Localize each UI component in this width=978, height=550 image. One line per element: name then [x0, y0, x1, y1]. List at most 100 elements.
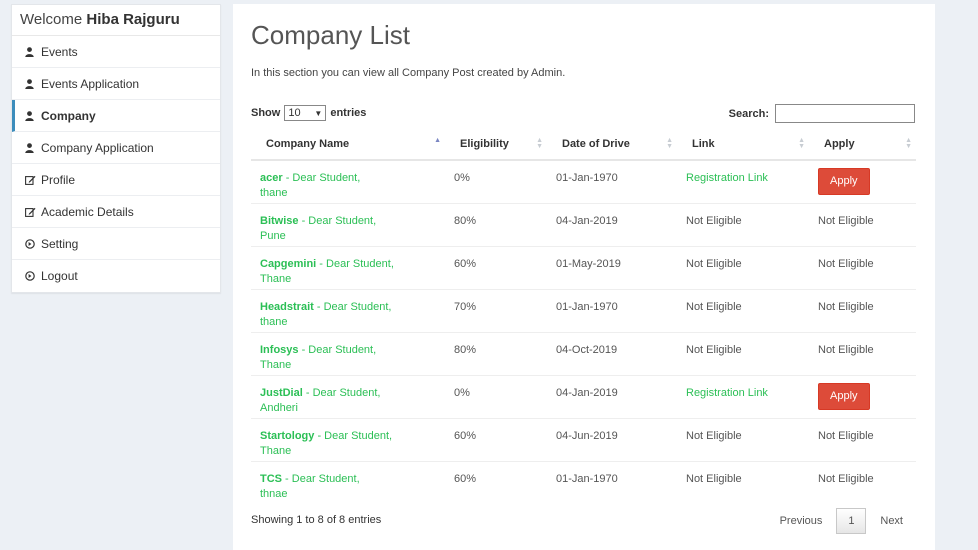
drive-date: 01-Jan-1970: [556, 172, 618, 184]
eligibility-value: 70%: [454, 300, 477, 313]
eligibility-value: 60%: [454, 429, 477, 442]
user-icon: [25, 142, 41, 153]
table-header-row: Company Name ▲ Eligibility ▲ ▼ Date of Dr…: [251, 129, 916, 161]
eligibility-cell: 0%: [445, 374, 547, 418]
sidebar-item-label: Setting: [41, 236, 79, 251]
apply-status: Not Eligible: [818, 429, 874, 442]
link-cell: Registration Link: [677, 160, 809, 203]
company-note: - Dear Student,: [302, 386, 381, 399]
page-title: Company List: [251, 20, 410, 50]
registration-link[interactable]: Registration Link: [686, 172, 768, 184]
user-icon: [25, 110, 41, 121]
link-cell: Not Eligible: [677, 245, 809, 289]
registration-link[interactable]: Registration Link: [686, 387, 768, 399]
drive-date: 01-Jan-1970: [556, 300, 618, 313]
company-cell[interactable]: Bitwise - Dear Student, Pune: [251, 202, 445, 246]
company-cell[interactable]: Startology - Dear Student, Thane: [251, 417, 445, 461]
link-cell: Not Eligible: [677, 202, 809, 246]
date-cell: 01-Jan-1970: [547, 160, 677, 203]
length-suffix: entries: [330, 107, 367, 119]
company-name[interactable]: Startology: [260, 430, 314, 442]
company-cell[interactable]: Infosys - Dear Student, Thane: [251, 331, 445, 375]
welcome-prefix: Welcome: [20, 11, 83, 28]
circle-arrow-icon: [25, 271, 41, 281]
pagination: Previous 1 Next: [770, 508, 913, 534]
company-cell[interactable]: Capgemini - Dear Student, Thane: [251, 245, 445, 289]
apply-button[interactable]: Apply: [818, 168, 870, 195]
apply-cell: Not Eligible: [809, 288, 916, 332]
user-icon: [25, 78, 41, 89]
company-cell[interactable]: JustDial - Dear Student, Andheri: [251, 374, 445, 418]
apply-cell: Not Eligible: [809, 417, 916, 461]
company-note: - Dear Student,: [316, 257, 394, 270]
company-name[interactable]: Infosys: [260, 344, 299, 356]
eligibility-cell: 0%: [445, 160, 547, 203]
company-note: - Dear Student,: [282, 172, 361, 184]
sidebar: Welcome Hiba Rajguru Events Events Applic…: [11, 4, 221, 293]
sidebar-item-label: Logout: [41, 269, 78, 283]
link-cell: Not Eligible: [677, 288, 809, 332]
sidebar-item-events[interactable]: Events: [12, 36, 220, 68]
company-name[interactable]: Bitwise: [260, 215, 299, 227]
sort-icon: ▲ ▼: [905, 137, 912, 150]
sidebar-item-label: Academic Details: [41, 204, 134, 219]
company-name[interactable]: TCS: [260, 473, 282, 485]
company-name[interactable]: Capgemini: [260, 258, 316, 270]
eligibility-cell: 80%: [445, 202, 547, 246]
company-cell[interactable]: Headstrait - Dear Student, thane: [251, 288, 445, 332]
sort-icon: ▲ ▼: [536, 137, 543, 150]
apply-status: Not Eligible: [818, 343, 874, 356]
entries-select[interactable]: 10 ▼: [284, 105, 327, 121]
col-apply[interactable]: Apply ▲ ▼: [809, 129, 916, 161]
link-cell: Registration Link: [677, 374, 809, 418]
chevron-down-icon: ▼: [314, 108, 323, 118]
link-status: Not Eligible: [686, 472, 742, 485]
company-city: Pune: [260, 229, 286, 242]
sidebar-item-academic-details[interactable]: Academic Details: [12, 196, 220, 228]
drive-date: 04-Jan-2019: [556, 214, 618, 227]
sidebar-item-profile[interactable]: Profile: [12, 164, 220, 196]
apply-status: Not Eligible: [818, 300, 874, 313]
eligibility-value: 60%: [454, 472, 477, 485]
sidebar-item-events-application[interactable]: Events Application: [12, 68, 220, 100]
edit-icon: [25, 175, 41, 185]
company-cell[interactable]: TCS - Dear Student, thnae: [251, 460, 445, 504]
apply-cell: Not Eligible: [809, 331, 916, 375]
company-name[interactable]: Headstrait: [260, 301, 314, 313]
apply-cell: Not Eligible: [809, 460, 916, 504]
search-input[interactable]: [775, 104, 915, 123]
company-cell[interactable]: acer - Dear Student, thane: [251, 160, 445, 203]
col-eligibility[interactable]: Eligibility ▲ ▼: [445, 129, 547, 161]
page-description: In this section you can view all Company…: [251, 67, 566, 79]
col-link[interactable]: Link ▲ ▼: [677, 129, 809, 161]
sidebar-item-company[interactable]: Company: [12, 100, 220, 132]
table-row: Infosys - Dear Student, Thane 80% 04-Oct-20…: [251, 331, 916, 375]
link-cell: Not Eligible: [677, 460, 809, 504]
apply-button[interactable]: Apply: [818, 382, 870, 410]
sidebar-item-setting[interactable]: Setting: [12, 228, 220, 260]
company-city: Thane: [260, 358, 292, 371]
company-city: thane: [260, 315, 288, 328]
company-note: - Dear Student,: [298, 214, 377, 227]
table-row: Capgemini - Dear Student, Thane 60% 01-May-…: [251, 245, 916, 289]
col-company-name[interactable]: Company Name ▲: [251, 129, 445, 161]
table-row: JustDial - Dear Student, Andheri 0% 04-Jan-…: [251, 374, 916, 418]
table-row: TCS - Dear Student, thnae 60% 01-Jan-1970 No…: [251, 460, 916, 504]
company-name[interactable]: acer: [260, 172, 283, 184]
circle-arrow-icon: [25, 238, 41, 249]
previous-button[interactable]: Previous: [770, 515, 833, 527]
sidebar-item-label: Company: [41, 108, 96, 123]
next-button[interactable]: Next: [870, 515, 913, 527]
sidebar-nav: Events Events Application Company Company A…: [12, 36, 220, 292]
page-1-button[interactable]: 1: [836, 508, 867, 534]
drive-date: 01-Jan-1970: [556, 472, 618, 485]
eligibility-value: 0%: [454, 172, 470, 184]
link-cell: Not Eligible: [677, 417, 809, 461]
company-note: - Dear Student,: [313, 300, 392, 313]
col-date-of-drive[interactable]: Date of Drive ▲ ▼: [547, 129, 677, 161]
sidebar-item-company-application[interactable]: Company Application: [12, 132, 220, 164]
sidebar-item-logout[interactable]: Logout: [12, 260, 220, 292]
link-cell: Not Eligible: [677, 331, 809, 375]
sort-icon: ▲ ▼: [666, 137, 673, 150]
company-name[interactable]: JustDial: [260, 387, 303, 399]
